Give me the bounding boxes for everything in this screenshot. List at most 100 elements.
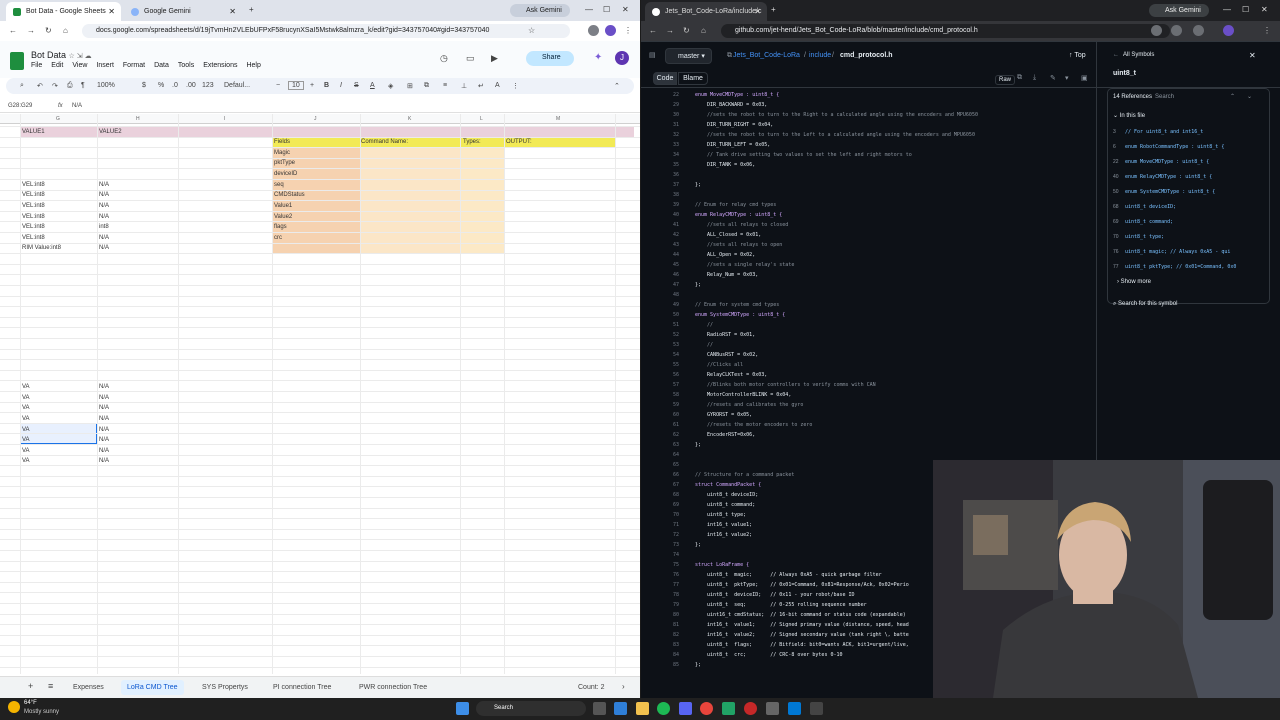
g-cell[interactable]: VEL:int8 xyxy=(22,192,45,198)
app-icon[interactable] xyxy=(722,702,735,715)
reference-item[interactable]: 40 enum RelayCMDType : uint8_t { xyxy=(1113,174,1212,180)
fill-color-icon[interactable]: ◈ xyxy=(388,82,393,90)
line-number[interactable]: 64 xyxy=(649,450,679,460)
code-tab[interactable]: Code xyxy=(653,72,677,85)
breadcrumb-folder[interactable]: include xyxy=(809,52,831,59)
sheet-tab-pwr[interactable]: PWR connection Tree xyxy=(359,684,427,691)
g-cell[interactable]: VEL:int8 xyxy=(22,214,45,220)
field-cell[interactable]: Value2 xyxy=(274,214,292,220)
formula-input[interactable]: N/A xyxy=(72,103,82,109)
document-title[interactable]: Bot Data ☆ ⇲ ☁ xyxy=(31,50,92,60)
h-cell[interactable]: N/A xyxy=(99,384,109,390)
line-number[interactable]: 50 xyxy=(649,310,679,320)
line-number[interactable]: 61 xyxy=(649,420,679,430)
code-line[interactable]: //sets all relays to closed xyxy=(695,220,788,230)
reference-item[interactable]: 77 uint8_t pktType; // 0x01=Command, 0x0 xyxy=(1113,264,1236,270)
download-icon[interactable]: ⤓ xyxy=(1033,74,1036,82)
code-line[interactable]: uint16_t cmdStatus; // 16-bit command or… xyxy=(695,610,906,620)
new-tab-icon[interactable]: + xyxy=(249,5,254,14)
minimize-icon[interactable]: — xyxy=(1223,5,1231,14)
line-number[interactable]: 34 xyxy=(649,150,679,160)
sidebar-toggle-icon[interactable]: ▤ xyxy=(649,51,656,59)
sheet-tab-lora[interactable]: LoRa CMD Tree xyxy=(121,680,184,695)
line-number[interactable]: 58 xyxy=(649,390,679,400)
field-cell[interactable]: CMDStatus xyxy=(274,192,305,198)
line-number[interactable]: 78 xyxy=(649,590,679,600)
code-line[interactable]: // Tank drive setting two values to set … xyxy=(695,150,912,160)
col-header-h[interactable]: H xyxy=(136,116,140,122)
code-line[interactable]: //sets the robot to turn to the Right to… xyxy=(695,110,978,120)
code-line[interactable]: CANBusRST = 0x02, xyxy=(695,350,758,360)
comment-icon[interactable]: ▭ xyxy=(466,53,475,64)
sheet-tab-sys[interactable]: SYS Propertys xyxy=(202,684,248,691)
menu-view[interactable]: View xyxy=(72,62,87,69)
reference-item[interactable]: 68 uint8_t deviceID; xyxy=(1113,204,1176,210)
reference-item[interactable]: 3 // For uint8_t and int16_t xyxy=(1113,129,1203,135)
h-cell[interactable]: N/A xyxy=(99,192,109,198)
font-size-field[interactable]: 10 xyxy=(288,81,304,90)
history-icon[interactable]: ◷ xyxy=(440,53,448,64)
line-number[interactable]: 76 xyxy=(649,570,679,580)
profile-icon[interactable] xyxy=(605,25,616,36)
fields-header[interactable]: Fields xyxy=(274,139,290,145)
zoom-select[interactable]: 100% xyxy=(97,82,115,89)
code-line[interactable]: }; xyxy=(695,440,701,450)
line-number[interactable]: 83 xyxy=(649,640,679,650)
spotify-icon[interactable] xyxy=(657,702,670,715)
code-line[interactable]: uint8_t magic; // Always 0xA5 - quick ga… xyxy=(695,570,882,580)
file-explorer-icon[interactable] xyxy=(636,702,649,715)
decimal-increase-icon[interactable]: .00 xyxy=(186,82,196,89)
line-number[interactable]: 22 xyxy=(649,90,679,100)
h-cell[interactable]: N/A xyxy=(99,448,109,454)
code-line[interactable]: GYRORST = 0x05, xyxy=(695,410,752,420)
line-number[interactable]: 53 xyxy=(649,340,679,350)
line-number[interactable]: 54 xyxy=(649,350,679,360)
bookmark-star-icon[interactable] xyxy=(1171,25,1182,36)
tab-github[interactable]: Jets_Bot_Code-LoRa/include/c ✕ xyxy=(645,2,767,21)
g-cell[interactable]: VA xyxy=(22,405,30,411)
decimal-decrease-icon[interactable]: .0 xyxy=(172,82,178,89)
line-number[interactable]: 59 xyxy=(649,400,679,410)
merge-icon[interactable]: ⧉ xyxy=(424,82,429,90)
copy-raw-icon[interactable]: ⧉ xyxy=(1017,74,1022,82)
line-number[interactable]: 57 xyxy=(649,380,679,390)
reload-icon[interactable]: ↻ xyxy=(683,26,690,35)
add-sheet-icon[interactable]: + xyxy=(28,681,33,691)
ask-gemini-button[interactable]: Ask Gemini xyxy=(510,4,570,17)
task-view-icon[interactable] xyxy=(593,702,606,715)
code-line[interactable]: int16_t value1; // Signed primary value … xyxy=(695,620,909,630)
line-number[interactable]: 65 xyxy=(649,460,679,470)
line-number[interactable]: 52 xyxy=(649,330,679,340)
g-cell[interactable]: VEL:int8 xyxy=(22,224,45,230)
code-line[interactable]: MotorControllerBLINK = 0x04, xyxy=(695,390,791,400)
chrome-icon[interactable] xyxy=(700,702,713,715)
line-number[interactable]: 42 xyxy=(649,230,679,240)
settings-icon[interactable] xyxy=(766,702,779,715)
h-cell[interactable]: N/A xyxy=(99,458,109,464)
code-line[interactable]: uint8_t command; xyxy=(695,500,755,510)
sheet-tab-expenses[interactable]: Expenses xyxy=(73,684,104,691)
line-number[interactable]: 77 xyxy=(649,580,679,590)
browser-menu-icon[interactable]: ⋮ xyxy=(1263,26,1271,35)
new-tab-icon[interactable]: + xyxy=(771,5,776,14)
field-cell[interactable]: Magic xyxy=(274,150,290,156)
url-field[interactable]: github.com/jet-hend/Jets_Bot_Code-LoRa/b… xyxy=(721,24,1170,38)
terminal-icon[interactable] xyxy=(810,702,823,715)
menu-help[interactable]: Help xyxy=(246,62,260,69)
line-number[interactable]: 40 xyxy=(649,210,679,220)
line-number[interactable]: 68 xyxy=(649,490,679,500)
code-line[interactable]: uint8_t seq; // 0-255 rolling sequence n… xyxy=(695,600,867,610)
forward-icon[interactable]: → xyxy=(27,26,35,35)
rotate-icon[interactable]: A xyxy=(495,82,500,89)
code-line[interactable]: uint8_t deviceID; xyxy=(695,490,758,500)
code-line[interactable]: //resets the motor encoders to zero xyxy=(695,420,812,430)
code-line[interactable]: // Structure for a command packet xyxy=(695,470,794,480)
menu-edit[interactable]: Edit xyxy=(51,62,63,69)
value2-header[interactable]: VALUE2 xyxy=(99,129,122,135)
h-cell[interactable]: int8 xyxy=(99,224,109,230)
symbols-panel-icon[interactable]: ▣ xyxy=(1081,74,1088,82)
col-header-k[interactable]: K xyxy=(408,116,411,122)
branch-select[interactable]: master ▾ xyxy=(665,48,712,64)
line-number[interactable]: 67 xyxy=(649,480,679,490)
wrap-icon[interactable]: ↵ xyxy=(478,82,484,90)
